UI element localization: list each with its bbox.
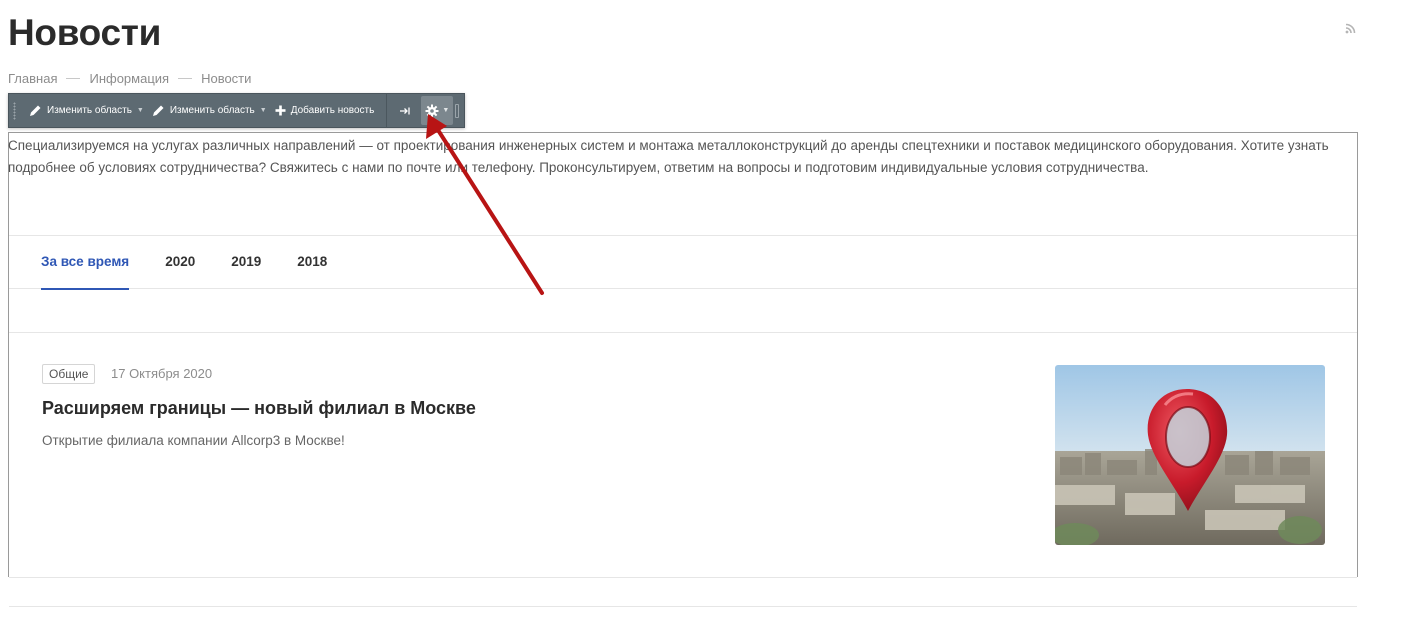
intro-text: Специализируемся на услугах различных на… bbox=[8, 138, 1329, 175]
tab-all-time[interactable]: За все время bbox=[41, 236, 130, 290]
caret-down-icon: ▼ bbox=[136, 107, 144, 114]
breadcrumb-separator bbox=[66, 78, 81, 79]
arrow-to-line-icon bbox=[400, 107, 410, 114]
tab-2019[interactable]: 2019 bbox=[231, 236, 261, 289]
toolbar-divider bbox=[386, 93, 388, 128]
page-title: Новости bbox=[8, 12, 162, 53]
news-date: 17 Октября 2020 bbox=[111, 366, 213, 381]
news-image[interactable] bbox=[1055, 365, 1325, 545]
rss-icon[interactable] bbox=[1343, 20, 1359, 36]
caret-down-icon: ▼ bbox=[259, 107, 267, 114]
pencil-icon bbox=[152, 105, 164, 116]
pin-toolbar-button[interactable] bbox=[393, 94, 417, 127]
breadcrumb-current: Новости bbox=[201, 71, 252, 86]
year-tabs: За все время 2020 2019 2018 bbox=[41, 236, 363, 290]
edit-area-button-1[interactable]: Изменить область ▼ bbox=[25, 94, 148, 127]
section-divider bbox=[9, 577, 1357, 578]
edit-area-label: Изменить область bbox=[169, 105, 255, 116]
news-title-link[interactable]: Расширяем границы — новый филиал в Москв… bbox=[42, 398, 476, 419]
breadcrumb-separator bbox=[178, 78, 193, 79]
admin-toolbar: Изменить область ▼ Изменить область ▼ До… bbox=[8, 93, 465, 128]
news-description: Открытие филиала компании Allcorp3 в Мос… bbox=[42, 433, 345, 448]
toolbar-more-icon[interactable] bbox=[455, 104, 459, 118]
gear-icon bbox=[425, 104, 439, 117]
add-news-label: Добавить новость bbox=[290, 105, 375, 116]
edit-area-button-2[interactable]: Изменить область ▼ bbox=[148, 94, 271, 127]
plus-icon bbox=[275, 105, 286, 116]
breadcrumb-info[interactable]: Информация bbox=[89, 71, 169, 86]
settings-button[interactable]: ▼ bbox=[421, 96, 454, 125]
tab-2018[interactable]: 2018 bbox=[297, 236, 327, 289]
section-divider bbox=[9, 332, 1357, 333]
breadcrumb: Главная Информация Новости bbox=[8, 71, 251, 86]
tab-2020[interactable]: 2020 bbox=[165, 236, 195, 289]
pencil-icon bbox=[30, 105, 41, 116]
section-divider bbox=[9, 606, 1357, 607]
breadcrumb-home[interactable]: Главная bbox=[8, 71, 57, 86]
add-news-button[interactable]: Добавить новость bbox=[271, 94, 379, 127]
news-category-tag[interactable]: Общие bbox=[42, 364, 96, 384]
toolbar-drag-handle[interactable] bbox=[13, 102, 16, 120]
edit-area-label: Изменить область bbox=[47, 105, 132, 116]
caret-down-icon: ▼ bbox=[442, 107, 450, 114]
